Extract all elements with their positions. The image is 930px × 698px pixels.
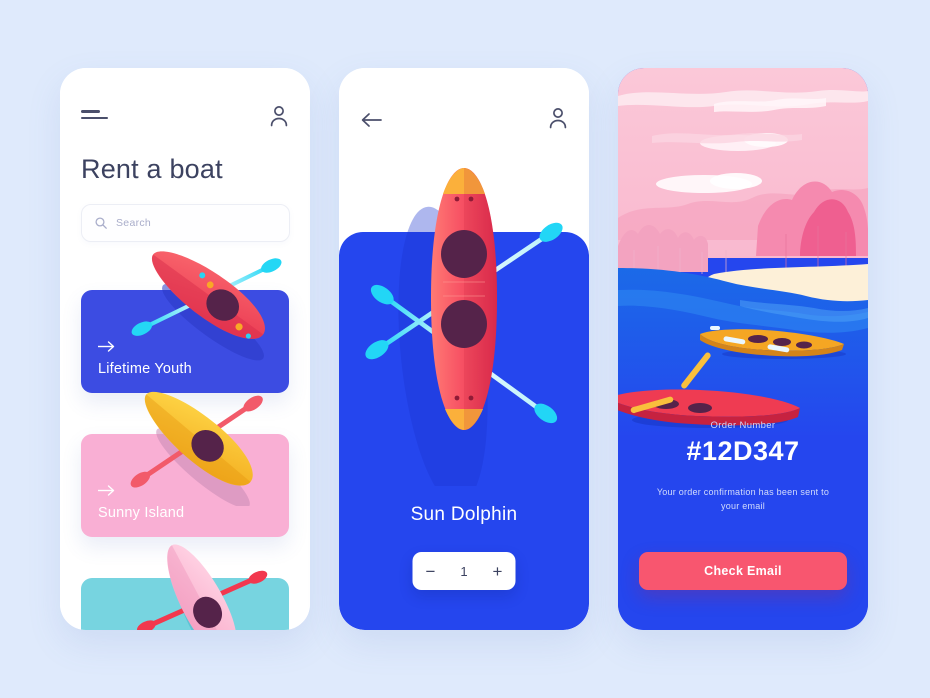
canvas: Rent a boat Search Lifetime Youth Sunny … bbox=[0, 0, 930, 698]
screen-order-confirmation: Order Number #12D347 Your order confirma… bbox=[618, 68, 868, 630]
yellow-kayak-illustration bbox=[111, 380, 283, 509]
user-account-icon[interactable] bbox=[548, 106, 568, 130]
screen-sun-dolphin: Sun Dolphin − 1 + bbox=[339, 68, 589, 630]
arrow-left-icon[interactable] bbox=[360, 112, 382, 128]
order-number-label: Order Number bbox=[710, 420, 776, 431]
quantity-stepper[interactable]: − 1 + bbox=[412, 552, 516, 590]
arrow-right-icon bbox=[98, 341, 115, 352]
boat-card-list: Lifetime Youth Sunny Island bbox=[60, 251, 310, 630]
phone-screen-listing: Rent a boat Search Lifetime Youth Sunny … bbox=[60, 68, 310, 630]
lake-shore-illustration bbox=[618, 68, 868, 438]
phone-screen-detail: Sun Dolphin − 1 + bbox=[339, 68, 589, 630]
user-account-icon[interactable] bbox=[269, 104, 289, 128]
arrow-right-icon bbox=[98, 485, 115, 496]
hamburger-menu-icon[interactable] bbox=[81, 110, 109, 119]
search-placeholder: Search bbox=[116, 217, 152, 229]
decrement-button[interactable]: − bbox=[426, 563, 436, 580]
red-kayak-illustration bbox=[121, 236, 293, 362]
screen-rent-a-boat: Rent a boat Search Lifetime Youth Sunny … bbox=[60, 68, 310, 630]
check-email-button[interactable]: Check Email bbox=[639, 552, 847, 590]
boat-card-sunny-island[interactable]: Sunny Island bbox=[81, 391, 289, 537]
boat-card-lifetime-youth[interactable]: Lifetime Youth bbox=[81, 251, 289, 393]
pink-kayak-illustration bbox=[125, 532, 275, 630]
boat-card-label: Lifetime Youth bbox=[98, 361, 192, 377]
boat-card-partial[interactable] bbox=[81, 544, 289, 630]
quantity-value: 1 bbox=[460, 563, 468, 579]
phone-screen-confirmation: Order Number #12D347 Your order confirma… bbox=[618, 68, 868, 630]
search-icon bbox=[95, 217, 107, 229]
order-number-value: #12D347 bbox=[686, 436, 800, 466]
boat-card-label: Sunny Island bbox=[98, 505, 185, 521]
page-title: Rent a boat bbox=[81, 154, 223, 184]
increment-button[interactable]: + bbox=[493, 563, 503, 580]
confirmation-message: Your order confirmation has been sent to… bbox=[656, 487, 830, 511]
search-input[interactable]: Search bbox=[81, 204, 290, 242]
boat-title: Sun Dolphin bbox=[410, 504, 518, 525]
